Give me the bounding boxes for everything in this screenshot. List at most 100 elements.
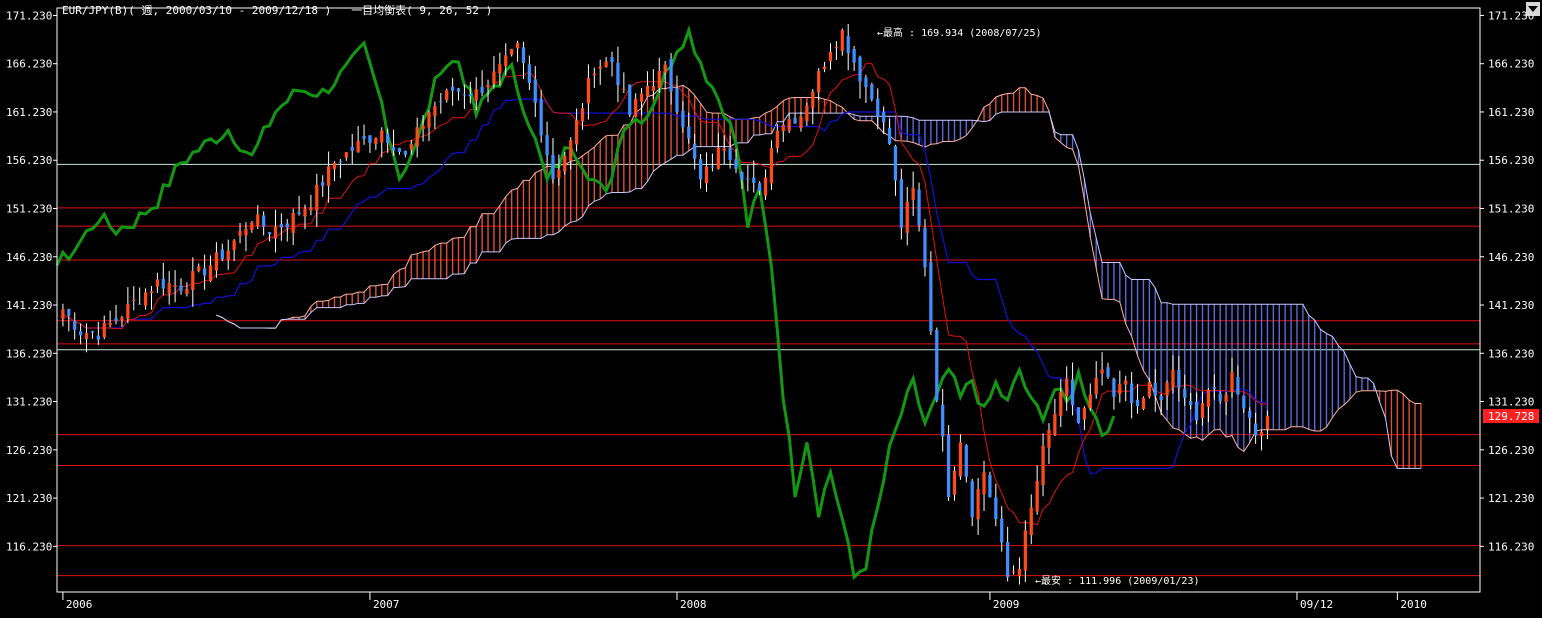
candle-body bbox=[462, 94, 467, 96]
y-tick-label-right: 146.230 bbox=[1488, 251, 1534, 264]
y-tick-label-left: 131.230 bbox=[6, 396, 52, 409]
candle-body bbox=[616, 62, 620, 86]
candle-body bbox=[120, 317, 124, 321]
candle-body bbox=[1147, 382, 1151, 397]
candle-body bbox=[970, 481, 974, 518]
candle-body bbox=[397, 148, 402, 152]
chart-menu-button[interactable] bbox=[1526, 2, 1540, 16]
candle-body bbox=[976, 489, 980, 520]
y-tick-label-right: 136.230 bbox=[1488, 347, 1534, 360]
candle-body bbox=[769, 148, 774, 184]
header-symbol: EUR/JPY(B)( bbox=[62, 4, 135, 17]
candle-body bbox=[887, 127, 892, 144]
candle-body bbox=[1130, 383, 1134, 404]
candle-body bbox=[492, 71, 496, 84]
candle-body bbox=[191, 271, 195, 290]
candle-body bbox=[256, 214, 260, 226]
candle-body bbox=[828, 51, 833, 62]
candle-body bbox=[291, 212, 295, 234]
candle-body bbox=[132, 299, 136, 301]
candle-body bbox=[716, 147, 720, 169]
candle-body bbox=[267, 232, 272, 235]
candle-body bbox=[994, 497, 998, 519]
candle-body bbox=[338, 161, 343, 163]
y-tick-label-left: 166.230 bbox=[6, 58, 52, 71]
x-tick-label: 2007 bbox=[373, 598, 400, 611]
candle-body bbox=[657, 71, 661, 88]
candle-body bbox=[1242, 395, 1246, 409]
candle-body bbox=[858, 56, 862, 82]
candle-body bbox=[1248, 410, 1252, 418]
candle-body bbox=[126, 303, 130, 319]
candle-body bbox=[309, 207, 313, 211]
candle-body bbox=[929, 262, 933, 332]
header-period: 週, bbox=[141, 4, 160, 17]
candle-body bbox=[1171, 369, 1175, 388]
candle-body bbox=[946, 434, 951, 498]
candle-body bbox=[563, 156, 567, 172]
candle-body bbox=[1023, 530, 1027, 571]
candle-body bbox=[315, 184, 319, 211]
candle-body bbox=[1059, 391, 1063, 417]
candle-body bbox=[73, 321, 77, 330]
candle-body bbox=[1082, 407, 1087, 420]
candle-body bbox=[722, 148, 726, 151]
candle-body bbox=[155, 279, 160, 287]
candle-body bbox=[899, 179, 903, 228]
candle-body bbox=[799, 116, 803, 128]
candle-body bbox=[326, 166, 331, 186]
candle-body bbox=[551, 154, 555, 180]
x-tick-label: 2008 bbox=[680, 598, 707, 611]
candle-body bbox=[1165, 382, 1169, 396]
candle-body bbox=[758, 183, 762, 191]
candle-body bbox=[1053, 414, 1057, 435]
high-price-annotation: ←最高 : 169.934 (2008/07/25) bbox=[877, 28, 1042, 39]
candle-body bbox=[604, 61, 608, 68]
candle-body bbox=[893, 146, 898, 181]
candle-body bbox=[356, 141, 360, 153]
y-tick-label-right: 121.230 bbox=[1488, 492, 1534, 505]
y-tick-label-right: 141.230 bbox=[1488, 299, 1534, 312]
candle-body bbox=[114, 318, 118, 322]
candle-body bbox=[1070, 379, 1075, 406]
y-tick-label-left: 161.230 bbox=[6, 106, 52, 119]
candle-body bbox=[870, 84, 874, 100]
candle-body bbox=[1177, 369, 1181, 388]
candle-body bbox=[1194, 401, 1199, 421]
candle-body bbox=[202, 268, 207, 276]
candle-body bbox=[185, 288, 189, 294]
low-price-annotation: ←最安 : 111.996 (2009/01/23) bbox=[1035, 576, 1200, 587]
candle-body bbox=[740, 172, 744, 180]
candle-body bbox=[1011, 571, 1016, 573]
candle-body bbox=[734, 159, 738, 169]
y-tick-label-left: 171.230 bbox=[6, 9, 52, 22]
candle-body bbox=[952, 470, 957, 495]
candle-body bbox=[1065, 378, 1069, 397]
candle-body bbox=[958, 442, 963, 477]
candle-body bbox=[669, 59, 673, 92]
candle-body bbox=[710, 166, 715, 168]
candle-body bbox=[303, 208, 307, 217]
candle-body bbox=[917, 189, 921, 226]
candle-body bbox=[1000, 518, 1004, 543]
y-tick-label-left: 151.230 bbox=[6, 202, 52, 215]
candle-body bbox=[214, 252, 219, 271]
y-tick-label-right: 126.230 bbox=[1488, 444, 1534, 457]
candle-body bbox=[468, 94, 472, 97]
candle-body bbox=[96, 335, 100, 340]
candle-body bbox=[569, 140, 573, 161]
candle-body bbox=[380, 130, 384, 143]
x-tick-label: 09/12 bbox=[1300, 598, 1333, 611]
ichimoku-chart: 171.230 171.230166.230 166.230161.230 161.2… bbox=[0, 0, 1542, 618]
candle-body bbox=[1118, 384, 1122, 395]
candle-body bbox=[386, 133, 390, 143]
candle-body bbox=[911, 188, 915, 201]
candle-body bbox=[138, 303, 142, 305]
x-tick-label: 2009 bbox=[993, 598, 1020, 611]
y-tick-label-left: 126.230 bbox=[6, 444, 52, 457]
candle-body bbox=[1206, 389, 1211, 407]
candle-body bbox=[941, 404, 945, 437]
header-indicator: 一目均衡表( 9, 26, 52 ) bbox=[351, 4, 493, 17]
candle-body bbox=[368, 135, 372, 143]
candle-body bbox=[645, 85, 650, 97]
